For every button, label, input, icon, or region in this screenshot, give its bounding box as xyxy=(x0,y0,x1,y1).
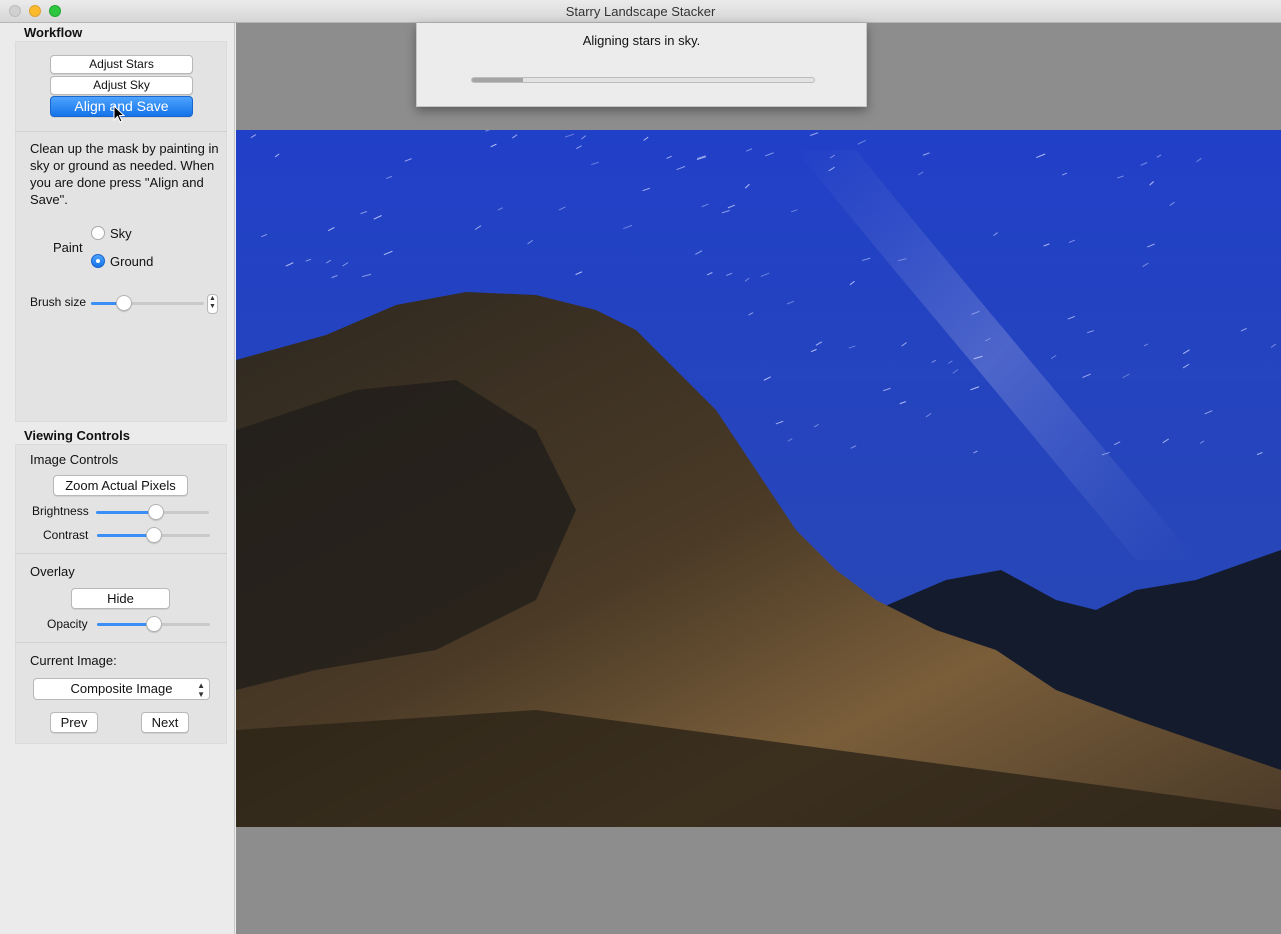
paint-sky-radio[interactable] xyxy=(91,226,105,240)
zoom-actual-pixels-button[interactable]: Zoom Actual Pixels xyxy=(53,475,188,496)
paint-ground-radio[interactable] xyxy=(91,254,105,268)
progress-fill xyxy=(472,78,524,82)
brightness-slider[interactable] xyxy=(96,504,209,520)
chevron-updown-icon: ▲ ▼ xyxy=(197,681,205,699)
current-image-label: Current Image: xyxy=(30,653,117,668)
progress-message: Aligning stars in sky. xyxy=(582,33,701,48)
workflow-title: Workflow xyxy=(24,25,83,40)
title-bar: Starry Landscape Stacker xyxy=(0,0,1281,23)
paint-ground-label[interactable]: Ground xyxy=(110,254,153,269)
progress-bar xyxy=(471,77,815,83)
current-image-select[interactable]: Composite Image ▲ ▼ xyxy=(33,678,210,700)
contrast-label: Contrast xyxy=(43,528,89,542)
adjust-stars-button[interactable]: Adjust Stars xyxy=(50,55,193,74)
opacity-label: Opacity xyxy=(47,617,88,631)
landscape-image xyxy=(236,130,1281,827)
viewing-controls-title: Viewing Controls xyxy=(24,428,130,443)
sidebar: Workflow Adjust Stars Adjust Sky Align a… xyxy=(0,23,235,934)
image-controls-label: Image Controls xyxy=(30,452,119,467)
divider xyxy=(15,553,227,554)
progress-sheet: Aligning stars in sky. xyxy=(416,23,867,107)
slider-knob[interactable] xyxy=(145,527,162,543)
brush-size-slider[interactable] xyxy=(91,295,204,311)
paint-label: Paint xyxy=(53,240,83,255)
slider-knob[interactable] xyxy=(115,295,132,311)
next-button[interactable]: Next xyxy=(141,712,189,733)
brightness-label: Brightness xyxy=(32,504,89,518)
prev-button[interactable]: Prev xyxy=(50,712,98,733)
landscape-photo[interactable] xyxy=(236,130,1281,827)
divider xyxy=(15,131,227,132)
overlay-label: Overlay xyxy=(30,564,75,579)
window-title: Starry Landscape Stacker xyxy=(565,4,716,19)
contrast-slider[interactable] xyxy=(97,527,210,543)
instructions-text: Clean up the mask by painting in sky or … xyxy=(30,141,219,207)
mouse-cursor-icon xyxy=(113,105,125,123)
divider xyxy=(15,642,227,643)
brush-size-label: Brush size xyxy=(30,295,87,309)
slider-knob[interactable] xyxy=(147,504,164,520)
paint-sky-label[interactable]: Sky xyxy=(110,226,132,241)
adjust-sky-button[interactable]: Adjust Sky xyxy=(50,76,193,95)
opacity-slider[interactable] xyxy=(97,616,210,632)
current-image-value: Composite Image xyxy=(70,681,173,696)
slider-knob[interactable] xyxy=(145,616,162,632)
brush-size-stepper[interactable]: ▲ ▼ xyxy=(207,294,218,314)
hide-overlay-button[interactable]: Hide xyxy=(71,588,170,609)
